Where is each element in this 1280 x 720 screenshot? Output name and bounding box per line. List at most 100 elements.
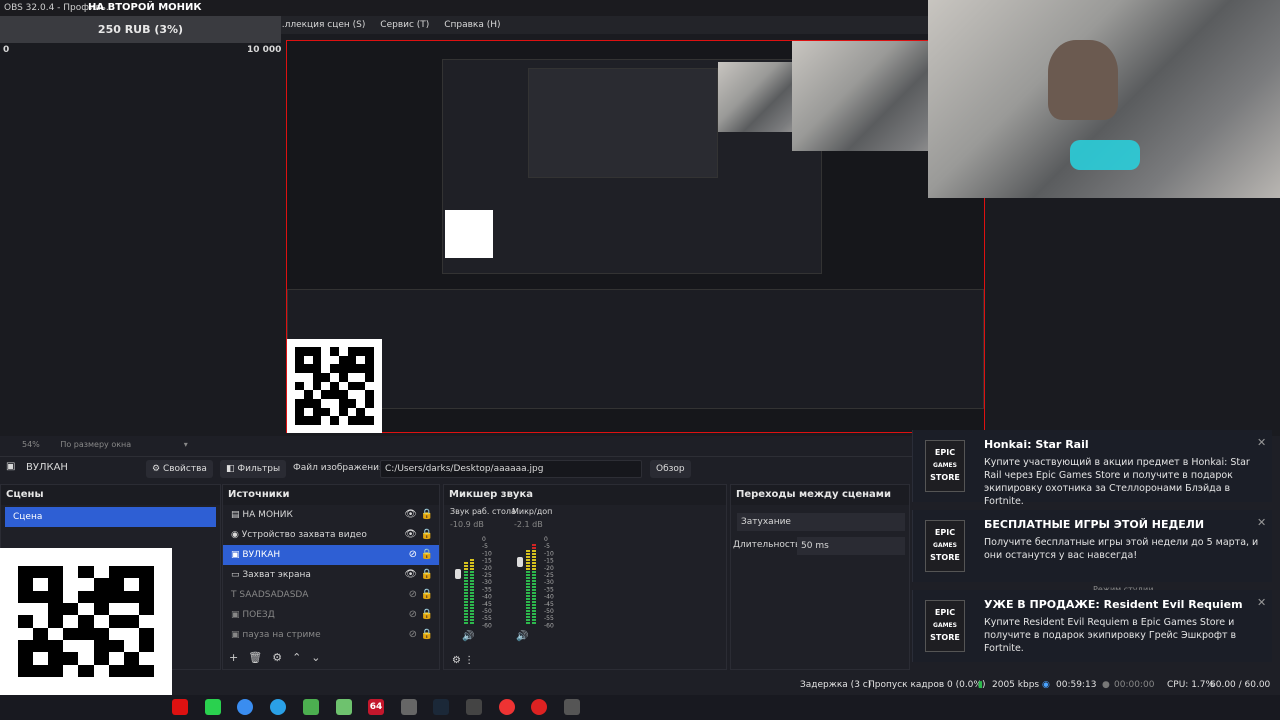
mixer-title: Микшер звука bbox=[444, 485, 726, 505]
notification-card[interactable]: EPIC GAMES STORE БЕСПЛАТНЫЕ ИГРЫ ЭТОЙ НЕ… bbox=[912, 510, 1272, 582]
epic-logo-text: STORE bbox=[930, 633, 960, 642]
epic-logo-text: GAMES bbox=[933, 622, 957, 629]
eye-icon[interactable]: 👁 bbox=[404, 565, 417, 585]
epic-logo-text: GAMES bbox=[933, 462, 957, 469]
meter-segment bbox=[470, 619, 474, 621]
eye-icon[interactable]: 👁 bbox=[404, 505, 417, 525]
eye-hidden-icon[interactable]: ⊘ bbox=[409, 605, 417, 625]
source-name: ПОЕЗД bbox=[242, 610, 275, 620]
lock-icon[interactable]: 🔒 bbox=[421, 525, 433, 545]
scene-item[interactable]: Сцена bbox=[5, 507, 216, 527]
meter-segment bbox=[464, 592, 468, 594]
zoom-level[interactable]: 54% bbox=[22, 440, 40, 449]
record-icon: ● bbox=[1102, 680, 1110, 690]
notification-card[interactable]: EPIC GAMES STORE УЖЕ В ПРОДАЖЕ: Resident… bbox=[912, 590, 1272, 662]
nested-preview bbox=[442, 59, 822, 274]
lock-icon[interactable]: 🔒 bbox=[421, 545, 433, 565]
chevron-down-icon[interactable]: ▾ bbox=[184, 440, 188, 449]
properties-button[interactable]: ⚙ Свойства bbox=[146, 460, 213, 478]
meter-scale-label: -10 bbox=[544, 550, 554, 557]
trash-icon[interactable]: 🗑 bbox=[248, 651, 272, 664]
meter-segment bbox=[532, 583, 536, 585]
notification-title: Honkai: Star Rail bbox=[984, 438, 1089, 451]
obs-icon[interactable] bbox=[564, 699, 580, 715]
meter-segment bbox=[470, 607, 474, 609]
meter-scale-label: -25 bbox=[544, 572, 554, 579]
meter-scale-label: -50 bbox=[482, 608, 492, 615]
meter-segment bbox=[526, 601, 530, 603]
app-badge-icon[interactable]: 64 bbox=[368, 699, 384, 715]
steam-icon[interactable] bbox=[433, 699, 449, 715]
source-item[interactable]: T SAADSADASDA ⊘ 🔒 bbox=[223, 585, 439, 605]
app-icon[interactable] bbox=[303, 699, 319, 715]
source-name: Захват экрана bbox=[242, 570, 311, 580]
meter-segment bbox=[464, 622, 468, 624]
record-time: 00:00:00 bbox=[1114, 680, 1155, 690]
source-item[interactable]: ▣ пауза на стриме ⊘ 🔒 bbox=[223, 625, 439, 645]
nested-preview-inner bbox=[528, 68, 718, 178]
app-icon[interactable] bbox=[205, 699, 221, 715]
meter-segment bbox=[526, 592, 530, 594]
browse-button[interactable]: Обзор bbox=[650, 460, 691, 478]
close-icon[interactable]: ✕ bbox=[1257, 596, 1266, 609]
app-icon[interactable] bbox=[172, 699, 188, 715]
source-item[interactable]: ◉ Устройство захвата видео 👁 🔒 bbox=[223, 525, 439, 545]
eye-hidden-icon[interactable]: ⊘ bbox=[409, 545, 417, 565]
donation-max: 10 000 bbox=[247, 45, 282, 55]
meter-segment bbox=[526, 550, 530, 552]
source-item[interactable]: ▣ ПОЕЗД ⊘ 🔒 bbox=[223, 605, 439, 625]
source-item[interactable]: ▤ НА МОНИК 👁 🔒 bbox=[223, 505, 439, 525]
filters-button[interactable]: ◧ Фильтры bbox=[220, 460, 287, 478]
app-icon[interactable] bbox=[237, 699, 253, 715]
lock-icon[interactable]: 🔒 bbox=[421, 505, 433, 525]
app-icon[interactable] bbox=[336, 699, 352, 715]
lock-icon[interactable]: 🔒 bbox=[421, 625, 433, 645]
meter-segment bbox=[470, 565, 474, 567]
move-down-icon[interactable]: ⌄ bbox=[311, 651, 330, 664]
lock-icon[interactable]: 🔒 bbox=[421, 565, 433, 585]
meter-segment bbox=[470, 601, 474, 603]
meter-segment bbox=[532, 622, 536, 624]
meter-scale-label: -40 bbox=[544, 594, 554, 601]
meter-segment bbox=[464, 583, 468, 585]
obs-icon[interactable] bbox=[466, 699, 482, 715]
meter-segment bbox=[464, 595, 468, 597]
notification-card[interactable]: EPIC GAMES STORE Honkai: Star Rail Купит… bbox=[912, 430, 1272, 507]
meter-scale-label: -25 bbox=[482, 572, 492, 579]
close-icon[interactable]: ✕ bbox=[1257, 516, 1266, 529]
meter-scale-label: -30 bbox=[482, 579, 492, 586]
menu-scene-collection[interactable]: ...ллекция сцен (S) bbox=[276, 20, 365, 30]
selected-source-name: ВУЛКАН bbox=[26, 462, 68, 473]
gear-icon[interactable]: ⚙ bbox=[272, 651, 292, 664]
source-item[interactable]: ▣ ВУЛКАН ⊘ 🔒 bbox=[223, 545, 439, 565]
speaker-icon[interactable]: 🔊 bbox=[516, 631, 528, 642]
menu-tools[interactable]: Сервис (T) bbox=[380, 20, 429, 30]
speaker-icon[interactable]: 🔊 bbox=[462, 631, 474, 642]
image-path-field[interactable]: C:/Users/darks/Desktop/аааааа.jpg bbox=[380, 460, 642, 478]
zoom-mode[interactable]: По размеру окна bbox=[60, 440, 131, 449]
close-icon[interactable]: ✕ bbox=[1257, 436, 1266, 449]
menu-help[interactable]: Справка (H) bbox=[444, 20, 500, 30]
meter-scale-label: -45 bbox=[544, 601, 554, 608]
eye-hidden-icon[interactable]: ⊘ bbox=[409, 625, 417, 645]
browser-icon[interactable] bbox=[499, 699, 515, 715]
lock-icon[interactable]: 🔒 bbox=[421, 585, 433, 605]
meter-segment bbox=[464, 568, 468, 570]
meter-segment bbox=[532, 586, 536, 588]
meter-segment bbox=[532, 610, 536, 612]
transition-select[interactable]: Затухание bbox=[737, 513, 905, 531]
lock-icon[interactable]: 🔒 bbox=[421, 605, 433, 625]
scene-icon: ▤ bbox=[231, 510, 240, 520]
preview-canvas[interactable] bbox=[286, 40, 985, 433]
yandex-icon[interactable] bbox=[531, 699, 547, 715]
mixer-settings-icon[interactable]: ⚙ ⋮ bbox=[452, 655, 474, 666]
source-item[interactable]: ▭ Захват экрана 👁 🔒 bbox=[223, 565, 439, 585]
telegram-icon[interactable] bbox=[270, 699, 286, 715]
app-icon[interactable] bbox=[401, 699, 417, 715]
eye-hidden-icon[interactable]: ⊘ bbox=[409, 585, 417, 605]
eye-icon[interactable]: 👁 bbox=[404, 525, 417, 545]
duration-input[interactable]: 50 ms bbox=[797, 537, 905, 555]
meter-segment bbox=[532, 616, 536, 618]
add-icon[interactable]: + bbox=[229, 651, 248, 664]
move-up-icon[interactable]: ⌃ bbox=[292, 651, 311, 664]
